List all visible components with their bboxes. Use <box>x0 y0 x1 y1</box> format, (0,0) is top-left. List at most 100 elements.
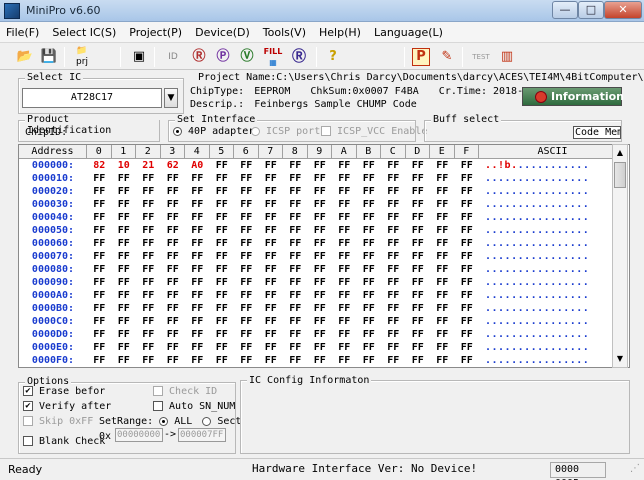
hex-byte[interactable]: FF <box>185 250 210 263</box>
hex-byte[interactable]: FF <box>357 172 382 185</box>
hex-byte[interactable]: FF <box>455 224 480 237</box>
hex-byte[interactable]: FF <box>234 198 259 211</box>
close-button[interactable]: ✕ <box>604 1 642 19</box>
skip-option[interactable]: Skip 0xFF <box>23 416 93 427</box>
hex-byte[interactable]: FF <box>283 185 308 198</box>
hex-byte[interactable]: FF <box>136 224 161 237</box>
hex-byte[interactable]: FF <box>185 289 210 302</box>
hex-byte[interactable]: FF <box>210 185 235 198</box>
hex-byte[interactable]: FF <box>87 224 112 237</box>
hex-byte[interactable]: FF <box>357 354 382 367</box>
hex-byte[interactable]: FF <box>381 315 406 328</box>
hex-byte[interactable]: FF <box>112 276 137 289</box>
hex-byte[interactable]: FF <box>112 185 137 198</box>
hex-byte[interactable]: FF <box>455 250 480 263</box>
project-icon[interactable]: 📁 prj <box>70 46 94 68</box>
hex-byte[interactable]: 82 <box>87 159 112 172</box>
hex-byte[interactable]: FF <box>406 302 431 315</box>
scroll-up-icon[interactable]: ▲ <box>613 145 627 161</box>
hex-byte[interactable]: FF <box>112 224 137 237</box>
hex-byte[interactable]: FF <box>87 315 112 328</box>
read-chip-icon[interactable]: Ⓡ <box>288 46 310 68</box>
hex-byte[interactable]: FF <box>87 302 112 315</box>
hex-byte[interactable]: FF <box>112 315 137 328</box>
buff-select-box[interactable]: Code Memo <box>573 126 621 139</box>
interface-40p[interactable]: 40P adapter <box>173 126 254 137</box>
hex-byte[interactable]: FF <box>381 172 406 185</box>
hex-byte[interactable]: FF <box>259 276 284 289</box>
hex-byte[interactable]: FF <box>185 354 210 367</box>
radio-sect[interactable] <box>202 416 212 426</box>
hex-byte[interactable]: FF <box>332 328 357 341</box>
hex-byte[interactable]: FF <box>283 159 308 172</box>
interface-icsp[interactable]: ICSP port <box>251 126 320 137</box>
hex-byte[interactable]: FF <box>136 315 161 328</box>
hex-byte[interactable]: FF <box>381 263 406 276</box>
hex-byte[interactable]: FF <box>357 289 382 302</box>
hex-byte[interactable]: FF <box>308 224 333 237</box>
hex-byte[interactable]: FF <box>455 172 480 185</box>
protect-icon[interactable]: P <box>412 48 430 66</box>
hex-byte[interactable]: FF <box>210 172 235 185</box>
hex-byte[interactable]: FF <box>185 341 210 354</box>
hex-byte[interactable]: FF <box>283 276 308 289</box>
hex-byte[interactable]: FF <box>136 276 161 289</box>
hex-byte[interactable]: FF <box>430 263 455 276</box>
hex-byte[interactable]: FF <box>112 302 137 315</box>
hex-byte[interactable]: FF <box>210 354 235 367</box>
hex-byte[interactable]: FF <box>308 341 333 354</box>
hex-byte[interactable]: FF <box>357 237 382 250</box>
hex-byte[interactable]: FF <box>136 289 161 302</box>
hex-byte[interactable]: FF <box>406 289 431 302</box>
hex-byte[interactable]: FF <box>381 341 406 354</box>
hex-byte[interactable]: FF <box>308 289 333 302</box>
information-button[interactable]: Information <box>522 87 624 106</box>
hex-byte[interactable]: FF <box>210 276 235 289</box>
hex-editor[interactable]: Address 0 1 2 3 4 5 6 7 8 9 A B C D E F ASCII 000000: 82 10… <box>18 144 630 368</box>
hex-byte[interactable]: FF <box>455 302 480 315</box>
erase-option[interactable]: ✔ Erase befor <box>23 386 105 397</box>
hex-byte[interactable]: FF <box>357 315 382 328</box>
menu-select-ic[interactable]: Select IC(S) <box>52 26 116 39</box>
menu-project[interactable]: Project(P) <box>129 26 182 39</box>
maximize-button[interactable]: □ <box>578 1 604 19</box>
hex-byte[interactable]: FF <box>161 315 186 328</box>
hex-byte[interactable]: FF <box>112 354 137 367</box>
verify-option[interactable]: ✔ Verify after <box>23 401 111 412</box>
hex-byte[interactable]: FF <box>455 263 480 276</box>
hex-byte[interactable]: FF <box>185 185 210 198</box>
hex-byte[interactable]: FF <box>332 263 357 276</box>
hex-byte[interactable]: FF <box>185 328 210 341</box>
hex-byte[interactable]: FF <box>259 302 284 315</box>
hex-byte[interactable]: FF <box>161 224 186 237</box>
hex-byte[interactable]: FF <box>430 198 455 211</box>
hex-byte[interactable]: FF <box>381 185 406 198</box>
hex-byte[interactable]: FF <box>185 198 210 211</box>
hex-byte[interactable]: FF <box>87 263 112 276</box>
hex-byte[interactable]: FF <box>234 328 259 341</box>
hex-byte[interactable]: FF <box>430 354 455 367</box>
hex-byte[interactable]: FF <box>259 328 284 341</box>
hex-byte[interactable]: FF <box>210 263 235 276</box>
hex-byte[interactable]: FF <box>455 315 480 328</box>
hex-byte[interactable]: FF <box>136 172 161 185</box>
range-end-input[interactable] <box>178 428 226 442</box>
hex-byte[interactable]: FF <box>381 328 406 341</box>
hex-byte[interactable]: FF <box>136 250 161 263</box>
hex-byte[interactable]: FF <box>136 198 161 211</box>
hex-byte[interactable]: FF <box>332 354 357 367</box>
hex-byte[interactable]: FF <box>136 328 161 341</box>
hex-byte[interactable]: FF <box>112 211 137 224</box>
hex-byte[interactable]: FF <box>112 328 137 341</box>
hex-byte[interactable]: FF <box>357 198 382 211</box>
hex-byte[interactable]: FF <box>283 250 308 263</box>
radio-40p[interactable] <box>173 126 182 136</box>
hex-byte[interactable]: FF <box>234 302 259 315</box>
hex-byte[interactable]: FF <box>161 237 186 250</box>
hex-byte[interactable]: FF <box>210 237 235 250</box>
hex-byte[interactable]: FF <box>259 224 284 237</box>
hex-byte[interactable]: FF <box>283 211 308 224</box>
read-icon[interactable]: Ⓡ <box>188 46 210 68</box>
hex-scrollbar[interactable]: ▲ ▼ <box>612 144 628 368</box>
hex-byte[interactable]: FF <box>87 341 112 354</box>
